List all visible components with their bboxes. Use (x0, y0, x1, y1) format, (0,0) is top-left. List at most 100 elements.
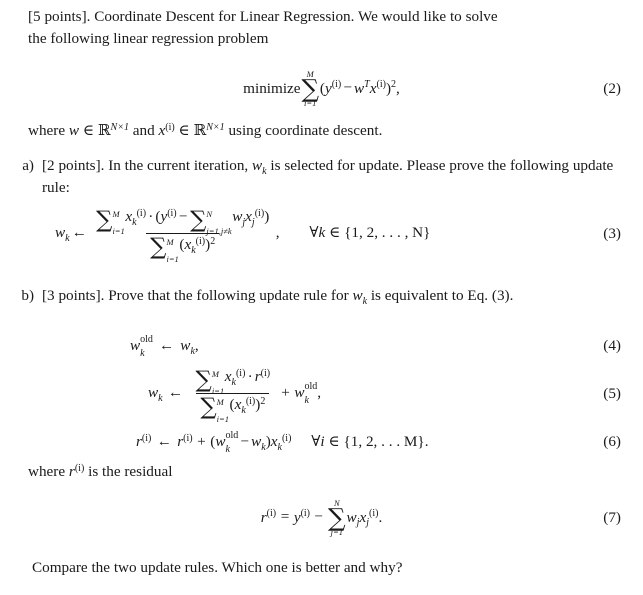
equation-3-row: wk ← ∑ Mi=1 xk(i) · (y(i) − ∑ Nj=1,j≠k wjxj(i)) ∑… (0, 205, 643, 263)
eq7-lhs-r: r (260, 508, 267, 526)
eq5-den-sum-upper: M (216, 396, 224, 407)
eq5-num-r: r (254, 368, 261, 386)
eq5-num-sum-limits: Mi=1 (212, 370, 224, 395)
eq4-w-scripts: old k (140, 333, 153, 359)
part-b-w-subscript: k (362, 295, 368, 307)
sigma-icon: ∑ (96, 206, 113, 233)
eq3-fraction: ∑ Mi=1 xk(i) · (y(i) − ∑ Nj=1,j≠k wjxj(i)) ∑ Mi=1… (92, 208, 273, 263)
where-element-of-2: ∈ (174, 122, 194, 139)
eq5-lhs-subscript: k (158, 393, 163, 405)
equation-5-row: wk ← ∑ Mi=1 xk(i) · r(i) ∑ Mi=1 (xk(i))2 + w old… (0, 368, 643, 423)
eq3-lhs-w: w (55, 224, 66, 242)
eq5-rhs-superscript: old (304, 381, 318, 393)
eq6-w-old-superscript: old (225, 429, 239, 441)
part-b-line-2: Eq. (3). (467, 287, 514, 304)
part-b-line1-post: is equivalent to (367, 287, 464, 304)
where-and: and (128, 122, 159, 139)
intro-line-1: [5 points]. Coordinate Descent for Linea… (28, 8, 498, 25)
eq4-w-subscript: k (140, 347, 145, 359)
eq3-forall-symbol: ∀ (309, 224, 319, 242)
eq4-rhs-subscript: k (190, 345, 195, 357)
eq3-close-paren: ) (264, 208, 270, 226)
eq3-inner-w-sub: j (242, 216, 246, 228)
eq7-lhs-superscript: (i) (266, 508, 277, 520)
eq3-num-sum-lower: i=1 (112, 225, 125, 236)
eq3-num-sum: ∑ Mi=1 (96, 208, 125, 235)
eq6-forall-in: ∈ (324, 433, 344, 451)
equation-6-row: r(i) ← r(i) + (w old k − wk)xk(i) ∀i ∈ {1, 2,… (0, 428, 643, 456)
equation-2-tag: (2) (603, 80, 621, 98)
eq5-trailing-comma: , (317, 384, 322, 402)
eq5-rhs-subscript: k (304, 394, 309, 406)
eq3-inner-sum-limits: Nj=1,j≠k (206, 210, 231, 235)
eq6-lhs-superscript: (i) (141, 432, 152, 444)
equation-2-trailing-comma: , (396, 79, 400, 97)
eq3-den-sum: ∑ Mi=1 (150, 236, 179, 263)
real-dims-1: N×1 (110, 121, 129, 133)
eq4-w-superscript: old (140, 333, 153, 345)
eq6-r2-superscript: (i) (183, 432, 193, 444)
eq6-w-k-subscript: k (261, 441, 266, 453)
where-lead: where (28, 122, 69, 139)
eq5-den-sum-lower: i=1 (216, 413, 229, 424)
eq6-w-old-scripts: old k (225, 429, 239, 455)
part-b-item: b) [3 points]. Prove that the following … (12, 285, 628, 307)
where-paragraph: where w ∈ ℝN×1 and x(i) ∈ ℝN×1 using coo… (28, 120, 628, 142)
eq3-inner-x-sup: (i) (254, 208, 265, 220)
real-dims-2: N×1 (206, 121, 225, 133)
eq6-assign-arrow: ← (156, 433, 172, 451)
eq4-assign-arrow: ← (159, 337, 175, 355)
eq5-den-sum-limits: Mi=1 (217, 397, 229, 422)
eq5-denominator: ∑ Mi=1 (xk(i))2 (195, 393, 270, 423)
part-b-line1-pre: [3 points]. Prove that the following upd… (42, 287, 353, 304)
eq7-equals: = (280, 508, 290, 526)
eq3-den-x-sup: (i) (195, 235, 206, 247)
eq3-den-power: 2 (210, 235, 216, 247)
eq6-w-k: w (251, 433, 262, 451)
eq7-minus: − (314, 508, 323, 526)
where-tail: using coordinate descent. (224, 122, 383, 139)
sigma-icon: ∑ (190, 206, 207, 233)
equation-5-body: wk ← ∑ Mi=1 xk(i) · r(i) ∑ Mi=1 (xk(i))2 + w old… (148, 368, 322, 423)
eq3-inner-sum: ∑ Nj=1,j≠k (190, 208, 232, 235)
eq5-num-x: x (224, 368, 232, 386)
minimize-operator: minimize (243, 79, 301, 97)
sigma-icon: ∑ (328, 502, 346, 532)
eq3-den-x-sub: k (191, 244, 196, 256)
part-b-w-variable: w (352, 287, 363, 304)
document-page: [5 points]. Coordinate Descent for Linea… (0, 0, 643, 595)
eq5-numerator: ∑ Mi=1 xk(i) · r(i) (191, 368, 274, 395)
eq5-lhs-w: w (148, 384, 159, 402)
equation-7-body: r(i) = y(i) − N ∑ j=1 wjxj(i). (260, 498, 383, 538)
part-a-w-variable: w (252, 157, 263, 174)
where-x-superscript: (i) (165, 121, 175, 133)
eq3-num-x-sup: (i) (136, 208, 147, 220)
eq3-den-sum-upper: M (166, 236, 174, 247)
eq6-w-old-subscript: k (225, 443, 230, 455)
part-a-line1-pre: [2 points]. In the current iteration, (42, 157, 253, 174)
equation-3-tag: (3) (603, 225, 621, 243)
y-superscript: (i) (331, 79, 342, 91)
eq5-num-sum-upper: M (211, 369, 219, 380)
sum-lower-limit: i=1 (304, 98, 317, 109)
sigma-icon: ∑ (200, 394, 217, 421)
part-a-body: [2 points]. In the current iteration, wk… (42, 155, 628, 198)
equation-5-tag: (5) (603, 385, 621, 403)
eq5-plus: + (281, 384, 290, 402)
sigma-icon: ∑ (195, 366, 212, 393)
y-variable: y (324, 79, 332, 97)
equation-2-row: minimize M ∑ i=1 (y(i) − wTx(i))2, (2) (0, 62, 643, 116)
real-numbers-symbol-2: ℝ (193, 121, 207, 139)
residual-r-superscript: (i) (74, 462, 85, 474)
eq7-x-superscript: (i) (368, 508, 379, 520)
eq5-num-sum-lower: i=1 (211, 385, 225, 396)
eq3-num-sum-limits: Mi=1 (112, 210, 124, 235)
equation-4-row: w old k ← wk, (4) (0, 333, 643, 359)
x-variable: x (369, 79, 377, 97)
eq3-inner-sum-upper: N (206, 209, 213, 220)
eq5-num-sum: ∑ Mi=1 (196, 368, 225, 395)
eq3-num-x-sub: k (132, 216, 137, 228)
part-a-item: a) [2 points]. In the current iteration,… (12, 155, 628, 198)
equation-6-body: r(i) ← r(i) + (w old k − wk)xk(i) ∀i ∈ {1, 2,… (136, 429, 429, 455)
summation-operator: M ∑ i=1 (301, 69, 319, 109)
